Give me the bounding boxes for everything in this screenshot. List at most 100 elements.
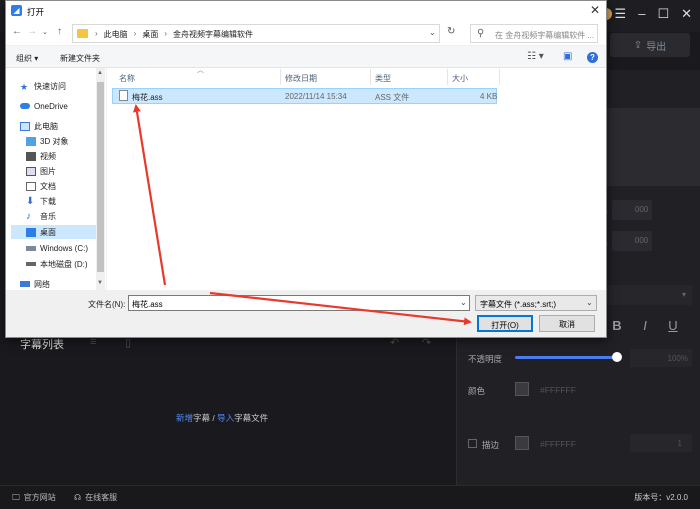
cloud-icon [20, 103, 30, 109]
stroke-color-swatch[interactable] [515, 436, 529, 450]
close-icon[interactable]: ✕ [681, 6, 692, 22]
online-support-label: 在线客服 [85, 493, 118, 502]
empty-list-hint: 新增字幕 / 导入字幕文件 [176, 412, 268, 424]
new-folder-button[interactable]: 新建文件夹 [60, 53, 100, 64]
scroll-down-icon[interactable]: ▼ [97, 280, 103, 286]
add-subtitle-link[interactable]: 新增 [176, 413, 193, 423]
recent-dropdown-icon[interactable]: ⌄ [42, 28, 48, 36]
dialog-close-icon[interactable]: ✕ [590, 3, 600, 17]
opacity-slider[interactable] [515, 356, 617, 359]
dialog-title: 打开 [27, 7, 45, 17]
monitor-icon: 🖵 [12, 492, 20, 502]
up-icon[interactable]: ↑ [57, 26, 62, 37]
preview-pane-icon[interactable]: ▣ [563, 51, 572, 62]
organize-button[interactable]: 组织 ▾ [16, 53, 38, 64]
desktop-icon [26, 227, 36, 237]
filetype-dropdown-icon[interactable]: ⌄ [586, 298, 593, 307]
refresh-icon[interactable]: ↻ [447, 26, 455, 37]
nav-item-label: 本地磁盘 (D:) [40, 259, 88, 269]
navigation-scrollbar[interactable]: ▲ ▼ [96, 68, 105, 290]
dialog-toolbar: 组织 ▾ 新建文件夹 ☷ ▾ ▣ [6, 46, 606, 68]
nav-item-label: OneDrive [34, 101, 68, 111]
scrollbar-thumb[interactable] [97, 82, 104, 272]
filetype-select[interactable]: 字幕文件 (*.ass;*.srt;) [475, 295, 597, 311]
open-button[interactable]: 打开(O) [477, 315, 533, 332]
column-header-type[interactable]: 类型 [375, 73, 391, 84]
forward-icon[interactable]: → [27, 26, 37, 37]
column-divider[interactable] [499, 69, 500, 85]
ass-file-icon [119, 90, 128, 101]
music-icon: ♪ [26, 210, 31, 222]
file-size: 4 KB [480, 92, 498, 101]
end-ms-field[interactable]: 000 [612, 231, 653, 251]
opacity-slider-handle[interactable] [612, 352, 622, 362]
nav-item-label: 3D 对象 [40, 136, 69, 146]
help-icon[interactable]: ? [587, 52, 598, 63]
breadcrumb: › 此电脑 › 桌面 › 金舟视频字幕编辑软件 [95, 29, 254, 40]
font-select[interactable]: ▾ [606, 285, 692, 305]
breadcrumb-this-pc[interactable]: 此电脑 [104, 29, 128, 40]
network-icon [20, 281, 30, 287]
drive-icon [26, 262, 36, 266]
nav-item-desktop[interactable]: 桌面 [11, 225, 96, 239]
maximize-icon[interactable]: ☐ [657, 6, 669, 22]
search-icon: ⚲ [477, 28, 485, 39]
opacity-percent-field[interactable]: 100% [630, 349, 692, 367]
menu-icon[interactable]: ☰ [615, 6, 627, 22]
export-button[interactable]: ⇪ 导出 [610, 33, 690, 57]
back-icon[interactable]: ← [12, 26, 22, 37]
nav-item-label: 此电脑 [34, 121, 58, 131]
column-header-modified[interactable]: 修改日期 [285, 73, 317, 84]
view-options-icon[interactable]: ☷ ▾ [527, 51, 544, 62]
version-label: 版本号：v2.0.0 [634, 493, 688, 502]
star-icon: ★ [20, 81, 29, 92]
stroke-label: 描边 [482, 440, 500, 450]
column-header-size[interactable]: 大小 [452, 73, 468, 84]
search-input[interactable]: ⚲ 在 金舟视频字幕编辑软件 ... [470, 24, 598, 43]
search-placeholder: 在 金舟视频字幕编辑软件 ... [495, 31, 595, 40]
breadcrumb-app-folder[interactable]: 金舟视频字幕编辑软件 [173, 29, 253, 40]
scroll-up-icon[interactable]: ▲ [97, 70, 103, 76]
stroke-checkbox[interactable] [468, 439, 477, 448]
preview-area [606, 108, 700, 186]
dialog-titlebar: ◢ 打开 ✕ [6, 1, 606, 21]
cancel-button[interactable]: 取消 [539, 315, 595, 332]
hint-text-file: 字幕文件 [234, 413, 269, 423]
import-subtitle-link[interactable]: 导入 [217, 413, 234, 423]
color-hex[interactable]: #FFFFFF [540, 385, 576, 395]
filename-field[interactable]: 梅花.ass [128, 295, 470, 311]
nav-item-label: 音乐 [40, 211, 56, 221]
filename-dropdown-icon[interactable]: ⌄ [460, 298, 467, 307]
subtitle-list-title: 字幕列表 [20, 339, 64, 351]
online-support-link[interactable]: ☊ 在线客服 [74, 492, 117, 503]
sort-ascending-icon: ︿ [197, 67, 204, 74]
headset-icon: ☊ [74, 493, 82, 502]
video-icon [26, 151, 36, 161]
address-dropdown-icon[interactable]: ⌄ [429, 28, 436, 37]
nav-item-label: 图片 [40, 166, 56, 176]
color-swatch[interactable] [515, 382, 529, 396]
computer-icon [20, 121, 30, 131]
address-bar[interactable]: › 此电脑 › 桌面 › 金舟视频字幕编辑软件 [72, 24, 440, 43]
stroke-width-field[interactable]: 1 [630, 434, 692, 452]
color-label: 颜色 [468, 386, 486, 396]
column-header-name[interactable]: 名称 [119, 73, 135, 84]
column-divider[interactable] [370, 69, 371, 85]
underline-button[interactable]: U [662, 318, 684, 336]
nav-item-label: Windows (C:) [40, 243, 89, 253]
upload-icon: ⇪ [633, 39, 643, 51]
file-type: ASS 文件 [375, 93, 410, 102]
start-ms-field[interactable]: 000 [612, 200, 653, 220]
official-site-link[interactable]: 🖵 官方网站 [12, 492, 56, 503]
column-divider[interactable] [447, 69, 448, 85]
breadcrumb-desktop[interactable]: 桌面 [142, 29, 158, 40]
nav-item-label: 文档 [40, 181, 56, 191]
column-divider[interactable] [280, 69, 281, 85]
stroke-hex[interactable]: #FFFFFF [540, 439, 576, 449]
cube-icon [26, 136, 36, 146]
italic-button[interactable]: I [634, 318, 656, 336]
nav-item-label: 桌面 [40, 227, 56, 237]
nav-item-label: 视频 [40, 151, 56, 161]
bold-button[interactable]: B [606, 318, 628, 336]
minimize-icon[interactable]: – [638, 6, 645, 22]
